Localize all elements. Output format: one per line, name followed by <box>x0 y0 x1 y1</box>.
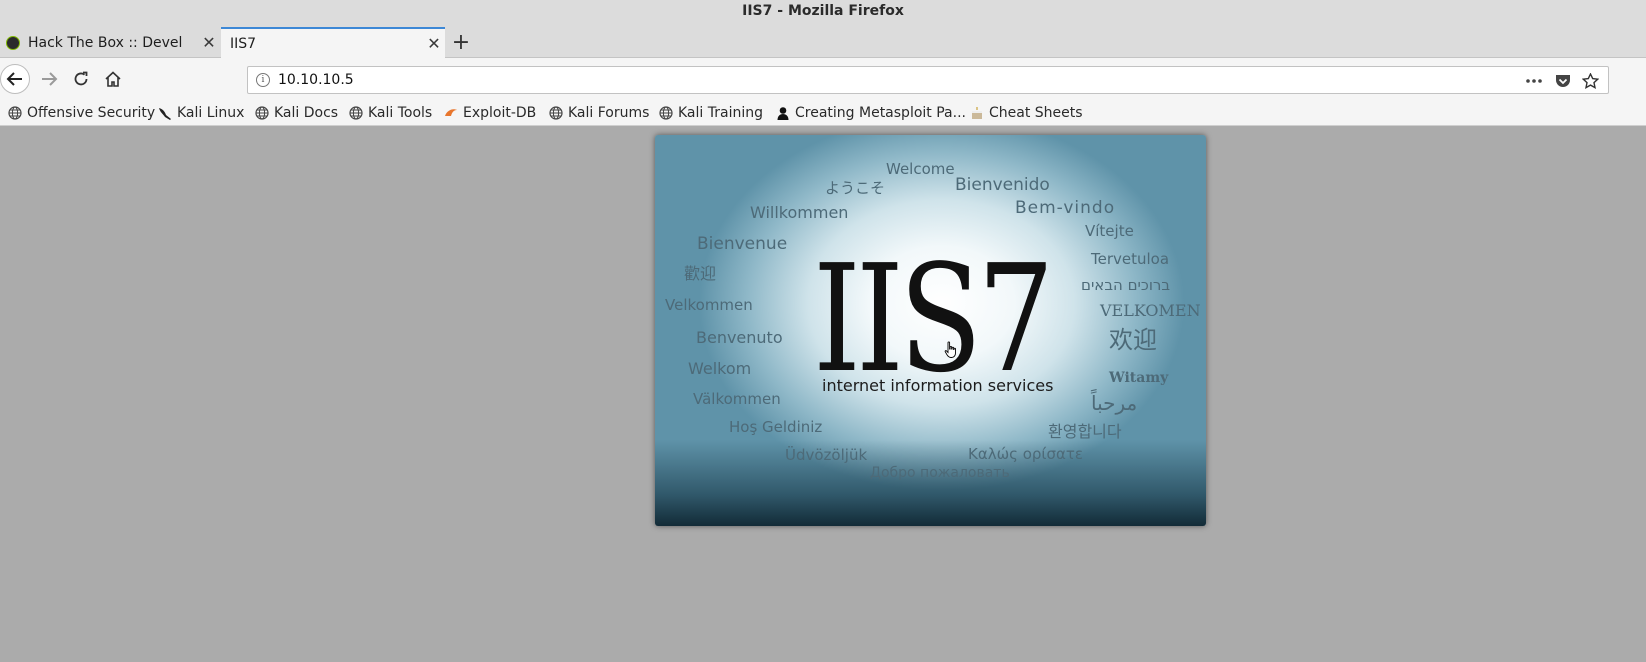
bookmark-creating-metasploit[interactable]: Creating Metasploit Pa... <box>776 103 966 123</box>
page-viewport: Welcome ようこそ Bienvenido Willkommen Bem-v… <box>0 126 1646 662</box>
forward-button[interactable] <box>34 64 64 94</box>
new-tab-plus-icon[interactable]: + <box>448 31 474 57</box>
bookmark-label: Exploit-DB <box>463 105 537 121</box>
globe-icon <box>659 106 673 120</box>
bookmark-kali-training[interactable]: Kali Training <box>659 103 763 123</box>
welcome-word: Witamy <box>1109 370 1169 386</box>
bookmark-label: Cheat Sheets <box>989 105 1083 121</box>
bookmark-kali-linux[interactable]: Kali Linux <box>158 103 244 123</box>
iis7-logo-text: IIS7 <box>813 233 1054 405</box>
url-bar[interactable]: i <box>247 66 1609 94</box>
pocket-icon[interactable] <box>1552 71 1574 91</box>
globe-icon <box>349 106 363 120</box>
person-silhouette-icon <box>776 106 790 120</box>
welcome-word: Välkommen <box>693 390 781 408</box>
tab-label: Hack The Box :: Devel <box>28 34 183 51</box>
bookmark-offensive-security[interactable]: Offensive Security <box>8 103 155 123</box>
welcome-word: Bem-vindo <box>1015 198 1116 218</box>
tab-iis7[interactable]: IIS7 ✕ <box>221 27 445 58</box>
welcome-word: 歡迎 <box>684 264 717 283</box>
bookmark-cheat-sheets[interactable]: Cheat Sheets <box>970 103 1083 123</box>
close-icon[interactable]: ✕ <box>423 34 445 53</box>
tab-strip: Hack The Box :: Devel ✕ IIS7 ✕ + <box>0 24 1646 58</box>
bookmark-label: Kali Linux <box>177 105 245 121</box>
reload-button[interactable] <box>66 64 96 94</box>
star-icon[interactable] <box>1579 71 1601 91</box>
welcome-word: Bienvenido <box>955 175 1050 195</box>
reload-icon <box>74 71 88 86</box>
bookmarks-toolbar: Offensive Security Kali Linux Kali Docs … <box>0 100 1646 126</box>
tab-hack-the-box[interactable]: Hack The Box :: Devel ✕ <box>0 27 220 58</box>
back-arrow-icon <box>6 72 22 86</box>
welcome-word: Welcome <box>886 160 955 178</box>
iis-subtitle: internet information services <box>822 376 1054 395</box>
welcome-word: 欢迎 <box>1109 326 1157 354</box>
welcome-word: Tervetuloa <box>1091 250 1170 268</box>
welcome-word: Добро пожаловать <box>870 465 1010 481</box>
welcome-word: Vítejte <box>1085 222 1134 240</box>
back-button[interactable] <box>0 64 30 94</box>
welcome-word: ברוכים הבאים <box>1081 278 1170 293</box>
globe-icon <box>255 106 269 120</box>
bookmark-label: Kali Tools <box>368 105 433 121</box>
url-input[interactable] <box>278 70 1478 90</box>
window-title: IIS7 - Mozilla Firefox <box>0 0 1646 24</box>
iis7-welcome-image: Welcome ようこそ Bienvenido Willkommen Bem-v… <box>655 135 1206 526</box>
bookmark-exploit-db[interactable]: Exploit-DB <box>444 103 536 123</box>
welcome-word: VELKOMEN <box>1100 301 1201 320</box>
bookmark-label: Kali Docs <box>274 105 339 121</box>
welcome-word: Velkommen <box>665 296 753 314</box>
globe-icon <box>549 106 563 120</box>
bookmark-label: Kali Forums <box>568 105 650 121</box>
bookmark-label: Kali Training <box>678 105 763 121</box>
info-icon[interactable]: i <box>256 73 270 87</box>
close-icon[interactable]: ✕ <box>198 33 220 52</box>
welcome-word: Üdvözöljük <box>785 446 868 464</box>
hand-cursor-icon <box>944 341 956 358</box>
globe-icon <box>8 106 22 120</box>
cake-icon <box>970 106 984 120</box>
welcome-word: Welkom <box>688 359 752 378</box>
welcome-word: Καλώς ορίσατε <box>968 445 1084 463</box>
tab-label: IIS7 <box>230 35 257 52</box>
htb-cube-icon <box>6 35 20 50</box>
welcome-word: Willkommen <box>750 203 849 222</box>
welcome-word: Hoş Geldiniz <box>729 418 823 436</box>
welcome-word: ようこそ <box>825 179 886 197</box>
home-icon <box>105 71 121 87</box>
home-button[interactable] <box>98 64 128 94</box>
bookmark-kali-docs[interactable]: Kali Docs <box>255 103 338 123</box>
welcome-word-text: ברוכים הבאים <box>1081 276 1171 294</box>
kali-dragon-icon <box>158 106 172 120</box>
welcome-word: Benvenuto <box>696 328 783 347</box>
bookmark-label: Offensive Security <box>27 105 156 121</box>
welcome-word: 환영합니다 <box>1048 422 1122 441</box>
navigation-toolbar: i <box>0 58 1646 100</box>
more-dots-icon[interactable] <box>1523 71 1545 91</box>
exploit-db-icon <box>444 106 458 120</box>
bookmark-kali-forums[interactable]: Kali Forums <box>549 103 649 123</box>
welcome-word: Bienvenue <box>697 234 788 254</box>
bookmark-kali-tools[interactable]: Kali Tools <box>349 103 432 123</box>
welcome-word: مرحباً <box>1091 391 1138 415</box>
forward-arrow-icon <box>42 72 58 86</box>
bookmark-label: Creating Metasploit Pa... <box>795 105 966 121</box>
